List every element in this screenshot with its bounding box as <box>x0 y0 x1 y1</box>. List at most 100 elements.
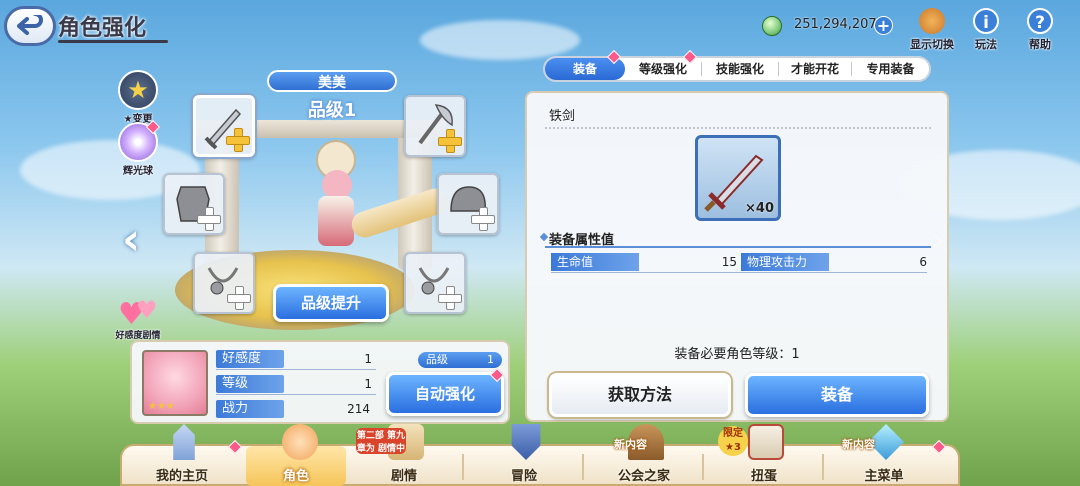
coin-icon <box>762 16 782 36</box>
add-currency-button[interactable]: + <box>874 16 893 35</box>
nav-home[interactable]: 我的主页 <box>130 424 234 486</box>
equip-slot-5[interactable] <box>193 252 255 314</box>
display-switch-label: 显示切换 <box>910 38 954 51</box>
character-stats-panel: ★★★ 好感度 1 等级 1 战力 214 品级 1 自动强化 <box>130 340 510 424</box>
heart-icon: ♥ ♥ <box>118 296 158 332</box>
add-icon <box>227 286 251 310</box>
add-icon <box>471 207 495 231</box>
nav-adventure[interactable]: 冒险 <box>472 424 576 486</box>
star-rating-icon: ★★★ <box>148 401 175 412</box>
sword-shield-icon <box>511 424 541 460</box>
rank-indicator-value: 1 <box>487 353 494 366</box>
nav-character-label: 角色 <box>282 469 309 484</box>
nav-home-label: 我的主页 <box>155 469 208 484</box>
add-icon <box>197 207 221 231</box>
divider <box>545 246 931 248</box>
glow-orb-label: 辉光球 <box>123 166 153 177</box>
main-menu-new-tag: 新内容 <box>842 438 875 451</box>
equip-button[interactable]: 装备 <box>745 373 929 417</box>
nav-gacha-label: 扭蛋 <box>750 469 777 484</box>
display-switch-icon <box>919 8 945 34</box>
help-button[interactable]: ? 帮助 <box>1012 8 1068 52</box>
guild-new-tag: 新内容 <box>614 438 647 451</box>
nav-main-menu-label: 主菜单 <box>864 469 904 484</box>
rank-indicator-label: 品级 <box>426 353 448 366</box>
stat-value-affection: 1 <box>364 352 372 366</box>
stat-label-power: 战力 <box>216 400 284 418</box>
prop-label-physical-attack: 物理攻击力 <box>741 253 829 271</box>
info-icon: i <box>973 8 999 34</box>
divider <box>545 127 931 129</box>
display-switch-button[interactable]: 显示切换 <box>904 8 960 52</box>
glow-orb-button[interactable]: 辉光球 <box>118 119 168 177</box>
nav-main-menu[interactable]: 新内容 主菜单 <box>832 424 936 486</box>
story-chapter-tag: 第二部 第九章为 剧情中 <box>356 428 406 454</box>
help-icon: ? <box>1027 8 1053 34</box>
currency-amount: 251,294,207 <box>794 17 877 32</box>
page-title: 角色强化 <box>58 16 147 41</box>
equip-slot-4[interactable] <box>437 173 499 235</box>
nav-guild-house[interactable]: 新内容 公会之家 <box>592 424 696 486</box>
prop-label-hp: 生命值 <box>551 253 639 271</box>
equipment-detail-panel: 铁剑 ×40 装备属性值 生命值 15 物理攻击力 6 装备必要角色等级：1 获… <box>525 91 949 422</box>
divider <box>216 394 376 395</box>
stat-label-level: 等级 <box>216 375 284 393</box>
obtain-method-button[interactable]: 获取方法 <box>549 373 731 417</box>
equip-slot-2[interactable] <box>404 95 466 157</box>
character-sprite[interactable] <box>300 140 452 270</box>
currency-display: 251,294,207 + <box>762 14 893 38</box>
nav-guild-house-label: 公会之家 <box>617 469 670 484</box>
divider <box>216 369 376 370</box>
tab-skill-up[interactable]: 技能强化 <box>702 58 778 80</box>
gacha-machine-icon <box>748 424 784 460</box>
prop-value-physical-attack: 6 <box>919 255 927 269</box>
prop-value-hp: 15 <box>721 255 737 269</box>
character-portrait[interactable]: ★★★ <box>142 350 208 416</box>
auto-enhance-button[interactable]: 自动强化 <box>386 372 504 416</box>
add-icon <box>438 286 462 310</box>
nav-character[interactable]: 角色 <box>246 424 346 486</box>
gacha-limited-tag: 限定 ★3 <box>718 426 748 456</box>
star-change-icon: ★ <box>118 70 158 110</box>
castle-icon <box>173 424 195 460</box>
gameplay-label: 玩法 <box>975 38 997 51</box>
item-count: ×40 <box>745 201 774 216</box>
enhance-tabs: 装备 等级强化 技能强化 才能开花 专用装备 <box>543 49 931 82</box>
item-thumbnail[interactable]: ×40 <box>695 135 781 221</box>
back-arrow-icon <box>17 15 43 35</box>
add-gold-icon <box>226 128 250 152</box>
nav-divider <box>582 454 584 480</box>
character-rank: 品级1 <box>307 100 357 121</box>
affection-story-button[interactable]: ♥ ♥ 好感度剧情 <box>112 298 168 341</box>
equip-requirement: 装备必要角色等级：1 <box>674 347 800 362</box>
item-name: 铁剑 <box>549 109 576 124</box>
help-label: 帮助 <box>1029 38 1051 51</box>
gameplay-button[interactable]: i 玩法 <box>958 8 1014 52</box>
nav-divider <box>702 454 704 480</box>
rank-up-button[interactable]: 品级提升 <box>273 284 389 322</box>
tab-unique-equipment[interactable]: 专用装备 <box>852 58 929 80</box>
character-icon <box>282 424 318 460</box>
equip-slot-3[interactable] <box>163 173 225 235</box>
stat-value-power: 214 <box>347 402 370 416</box>
nav-adventure-label: 冒险 <box>510 469 537 484</box>
star-change-button[interactable]: ★ ★变更 <box>118 70 168 125</box>
nav-divider <box>462 454 464 480</box>
equip-slot-6[interactable] <box>404 252 466 314</box>
character-name: 美美 <box>267 70 397 92</box>
title-underline <box>58 40 168 43</box>
back-button[interactable] <box>4 6 56 46</box>
stat-value-level: 1 <box>364 377 372 391</box>
equip-slot-1[interactable] <box>193 95 255 157</box>
tab-talent-bloom[interactable]: 才能开花 <box>779 58 851 80</box>
cloud-decoration <box>420 20 580 60</box>
bottom-navigation: 我的主页 角色 第二部 第九章为 剧情中 剧情 冒险 新内容 公会之家 限定 ★… <box>120 424 960 486</box>
diamond-bullet-icon <box>539 232 549 242</box>
add-gold-icon <box>438 129 462 153</box>
nav-story-label: 剧情 <box>390 469 417 484</box>
nav-divider <box>822 454 824 480</box>
nav-story[interactable]: 第二部 第九章为 剧情中 剧情 <box>352 424 456 486</box>
nav-gacha[interactable]: 限定 ★3 扭蛋 <box>712 424 816 486</box>
divider <box>551 272 927 273</box>
previous-character-arrow[interactable]: ‹ <box>122 218 152 266</box>
